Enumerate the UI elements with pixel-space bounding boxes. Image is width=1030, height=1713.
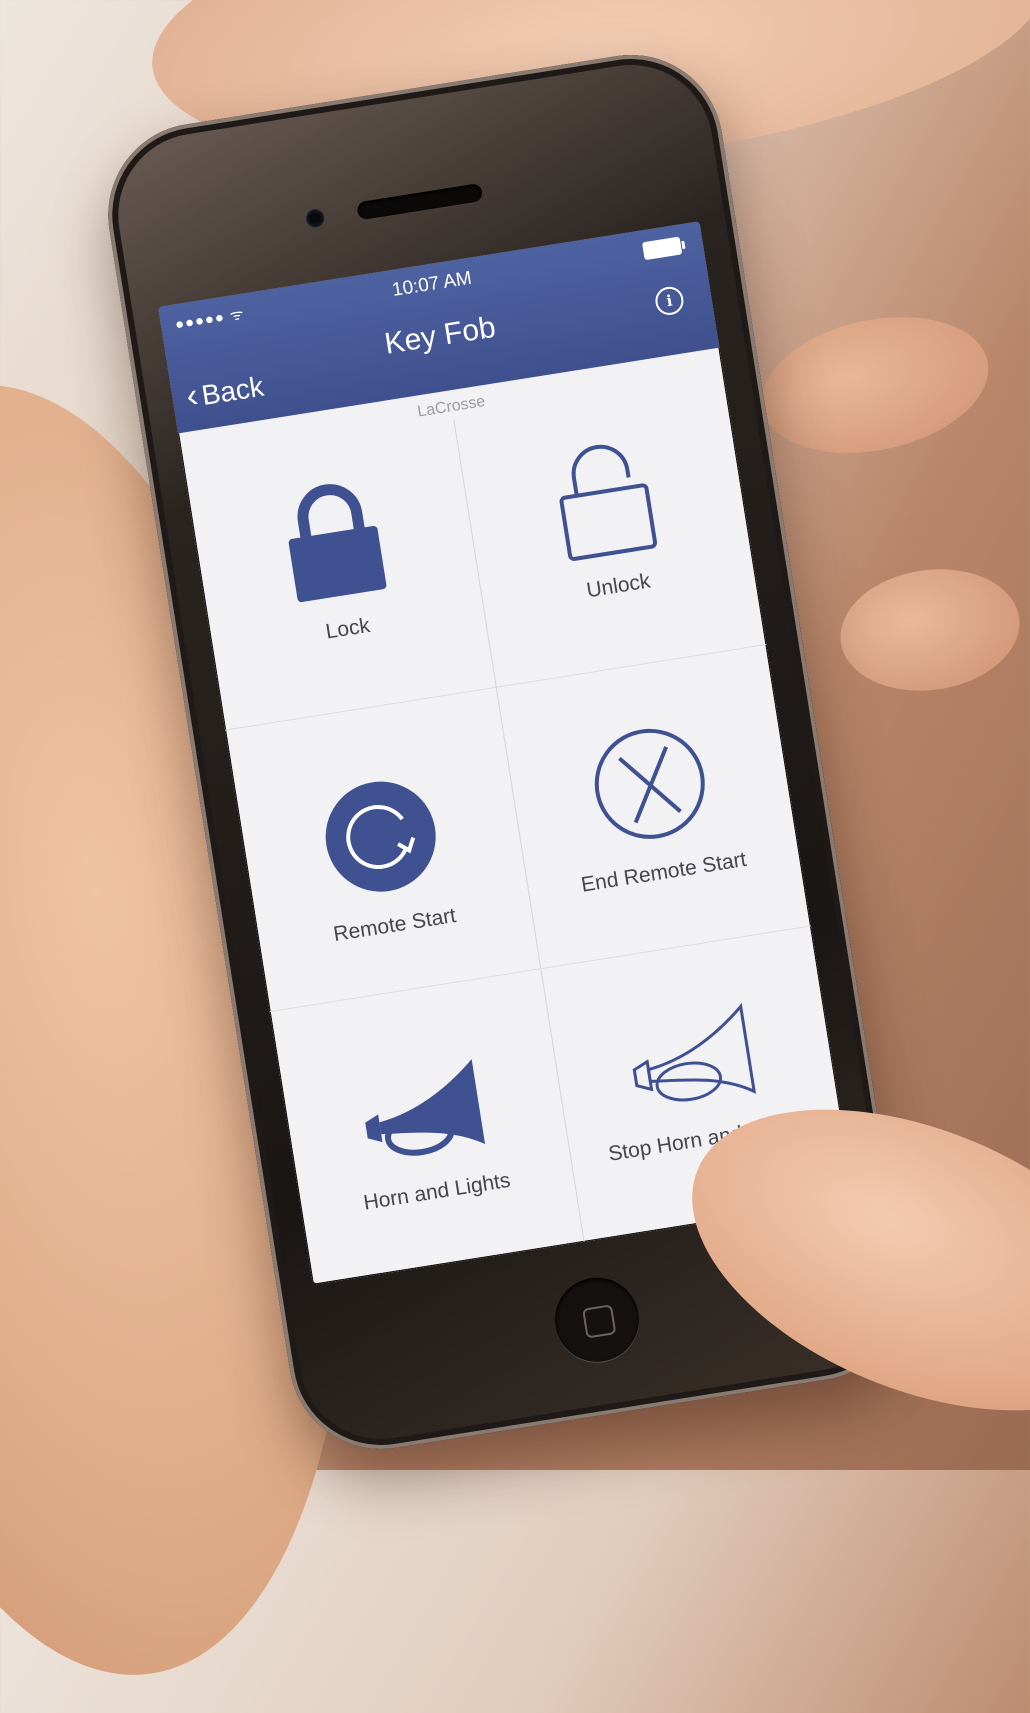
lock-label: Lock bbox=[324, 613, 372, 644]
lock-button[interactable]: Lock bbox=[189, 460, 504, 784]
horn-and-lights-button[interactable]: Horn and Lights bbox=[280, 1033, 595, 1285]
home-button[interactable] bbox=[548, 1271, 645, 1368]
end-remote-start-label: End Remote Start bbox=[579, 847, 748, 897]
end-remote-start-button[interactable]: End Remote Start bbox=[505, 703, 820, 1027]
unlock-button[interactable]: Unlock bbox=[460, 417, 775, 741]
remote-start-icon bbox=[325, 781, 436, 892]
lock-open-icon bbox=[559, 444, 658, 561]
horn-filled-icon bbox=[365, 1059, 486, 1156]
lock-closed-icon bbox=[288, 484, 387, 603]
earpiece-speaker bbox=[356, 182, 484, 221]
background-finger bbox=[748, 297, 1002, 473]
end-remote-start-icon bbox=[594, 728, 705, 839]
horn-and-lights-label: Horn and Lights bbox=[361, 1168, 512, 1215]
front-camera bbox=[304, 207, 326, 229]
home-square-icon bbox=[582, 1304, 617, 1339]
remote-start-label: Remote Start bbox=[331, 904, 458, 947]
unlock-label: Unlock bbox=[584, 569, 652, 603]
background-finger bbox=[832, 558, 1028, 702]
remote-start-button[interactable]: Remote Start bbox=[236, 756, 551, 1080]
horn-outline-icon bbox=[632, 1002, 757, 1102]
